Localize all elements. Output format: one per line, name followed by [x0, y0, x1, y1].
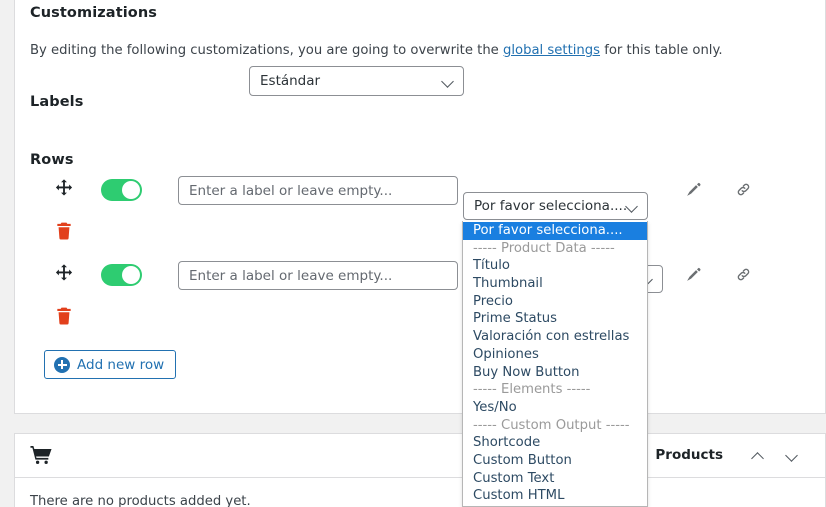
delete-row-icon[interactable] — [54, 305, 74, 327]
shopping-cart-icon — [29, 444, 53, 470]
dropdown-group-label: ----- Elements ----- — [473, 382, 591, 398]
rows-section-title: Rows — [30, 152, 74, 168]
toggle-knob — [122, 266, 140, 284]
dropdown-option[interactable]: Yes/No — [463, 399, 647, 417]
global-settings-link[interactable]: global settings — [503, 43, 600, 58]
chevron-up-icon — [753, 451, 763, 461]
products-panel: Products There are no products added yet… — [14, 433, 826, 507]
dropdown-option[interactable]: Custom Text — [463, 470, 647, 488]
labels-select-value: Estándar — [260, 73, 321, 89]
edit-pencil-icon[interactable] — [681, 177, 705, 201]
customizations-panel: Customizations By editing the following … — [14, 0, 826, 414]
add-new-row-button[interactable]: Add new row — [44, 350, 177, 379]
link-icon[interactable] — [731, 177, 755, 201]
row-label-input[interactable] — [178, 261, 458, 290]
link-icon[interactable] — [731, 262, 755, 286]
dropdown-group-label: ----- Custom Output ----- — [473, 417, 630, 433]
page-root: Customizations By editing the following … — [0, 0, 826, 507]
dropdown-option[interactable]: Thumbnail — [463, 275, 647, 293]
move-up-button[interactable] — [747, 446, 769, 466]
dropdown-option[interactable]: Buy Now Button — [463, 364, 647, 382]
products-empty-message: There are no products added yet. — [30, 494, 251, 507]
chevron-down-icon — [787, 451, 797, 461]
dropdown-option[interactable]: Valoración con estrellas — [463, 328, 647, 346]
chevron-down-icon — [626, 200, 639, 213]
chevron-down-icon — [442, 75, 455, 88]
dropdown-group-label: ----- Product Data ----- — [473, 240, 615, 256]
row-type-select[interactable]: Por favor selecciona.... — [463, 192, 648, 220]
dropdown-option[interactable]: Título — [463, 257, 647, 275]
toggle-knob — [122, 181, 140, 199]
drag-handle-icon[interactable] — [53, 178, 75, 200]
row-enable-toggle[interactable] — [101, 264, 142, 286]
intro-text-suffix: for this table only. — [600, 43, 723, 58]
dropdown-option[interactable]: Por favor selecciona.... — [463, 222, 647, 240]
edit-pencil-icon[interactable] — [681, 262, 705, 286]
delete-row-icon[interactable] — [54, 220, 74, 242]
dropdown-option[interactable]: Prime Status — [463, 310, 647, 328]
labels-select[interactable]: Estándar — [249, 66, 464, 96]
row-label-input[interactable] — [178, 176, 458, 205]
dropdown-option[interactable]: Custom HTML — [463, 487, 647, 505]
row-type-dropdown-list[interactable]: Por favor selecciona.... ----- Product Da… — [462, 221, 648, 507]
labels-field-label: Labels — [30, 94, 84, 110]
intro-text-prefix: By editing the following customizations,… — [30, 43, 503, 58]
products-panel-header: Products — [15, 434, 825, 478]
intro-text: By editing the following customizations,… — [30, 43, 723, 58]
row-enable-toggle[interactable] — [101, 179, 142, 201]
page-title: Customizations — [30, 5, 158, 21]
row-type-select-value: Por favor selecciona.... — [474, 198, 626, 214]
move-down-button[interactable] — [781, 446, 803, 466]
dropdown-option[interactable]: Custom Button — [463, 452, 647, 470]
drag-handle-icon[interactable] — [53, 263, 75, 285]
plus-circle-icon — [54, 356, 70, 373]
dropdown-option[interactable]: Shortcode — [463, 434, 647, 452]
add-new-row-label: Add new row — [77, 356, 165, 373]
products-title: Products — [655, 447, 723, 463]
dropdown-option[interactable]: Precio — [463, 293, 647, 311]
dropdown-option[interactable]: Opiniones — [463, 346, 647, 364]
